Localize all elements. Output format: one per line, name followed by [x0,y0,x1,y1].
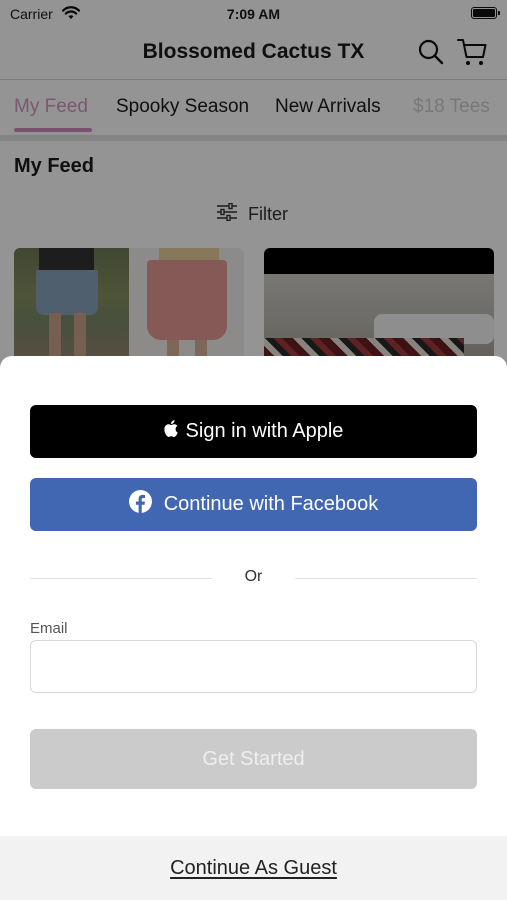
apple-logo-icon [163,420,178,443]
apple-button-label: Sign in with Apple [185,420,344,442]
sign-in-sheet: Sign in with Apple Continue with Faceboo… [0,356,507,900]
divider-line [295,578,477,579]
continue-as-guest-link[interactable]: Continue As Guest [170,857,337,880]
facebook-button-label: Continue with Facebook [163,493,379,515]
email-field[interactable] [30,640,477,693]
sign-in-with-apple-button[interactable]: Sign in with Apple [30,405,477,458]
facebook-logo-icon [128,490,152,519]
or-divider: Or [30,568,477,588]
get-started-button[interactable]: Get Started [30,729,477,789]
continue-with-facebook-button[interactable]: Continue with Facebook [30,478,477,531]
email-label: Email [30,620,68,637]
guest-bar: Continue As Guest [0,836,507,900]
or-label: Or [244,568,263,585]
